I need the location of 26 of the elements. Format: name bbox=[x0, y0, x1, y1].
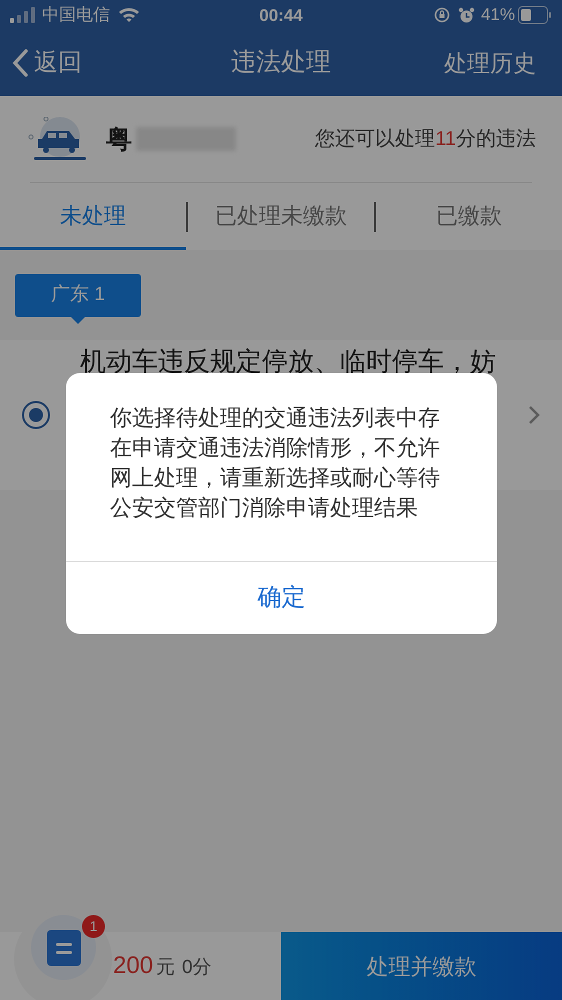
points-total: 0分 bbox=[182, 956, 212, 980]
rotation-lock-icon bbox=[434, 7, 450, 23]
alarm-icon bbox=[458, 6, 475, 24]
points-hint: 您还可以处理11分的违法 bbox=[315, 127, 536, 152]
document-icon bbox=[46, 930, 80, 966]
alert-message: 你选择待处理的交通违法列表中存在申请交通违法消除情形，不允许网上处理，请重新选择或耐心等待公安交管部门消除申请处理结果 bbox=[109, 404, 441, 522]
tab[interactable]: 已处理未缴款 bbox=[188, 183, 374, 250]
clock-time: 00:44 bbox=[259, 5, 303, 27]
radio-button[interactable] bbox=[22, 401, 50, 429]
back-button[interactable]: 返回 bbox=[12, 45, 82, 81]
currency-unit: 元 bbox=[156, 956, 176, 980]
history-link[interactable]: 处理历史 bbox=[444, 46, 550, 80]
tab[interactable]: 已缴款 bbox=[376, 183, 562, 250]
page-title: 违法处理 bbox=[231, 47, 331, 78]
fine-amount: 200 bbox=[113, 951, 154, 981]
carrier-name: 中国电信 bbox=[42, 4, 110, 26]
chevron-right-icon bbox=[528, 405, 540, 425]
violation-text: 机动车违反规定停放、临时停车，妨 bbox=[80, 346, 497, 376]
tab[interactable]: 未处理 bbox=[0, 183, 186, 250]
battery-percent: 41% bbox=[480, 4, 515, 26]
pay-button[interactable]: 处理并缴款 bbox=[281, 932, 562, 1000]
plate-province: 粤 bbox=[106, 122, 132, 156]
chevron-left-icon bbox=[12, 49, 28, 77]
wifi-icon bbox=[118, 7, 140, 23]
confirm-button[interactable]: 确定 bbox=[66, 562, 497, 634]
car-icon bbox=[26, 117, 88, 161]
